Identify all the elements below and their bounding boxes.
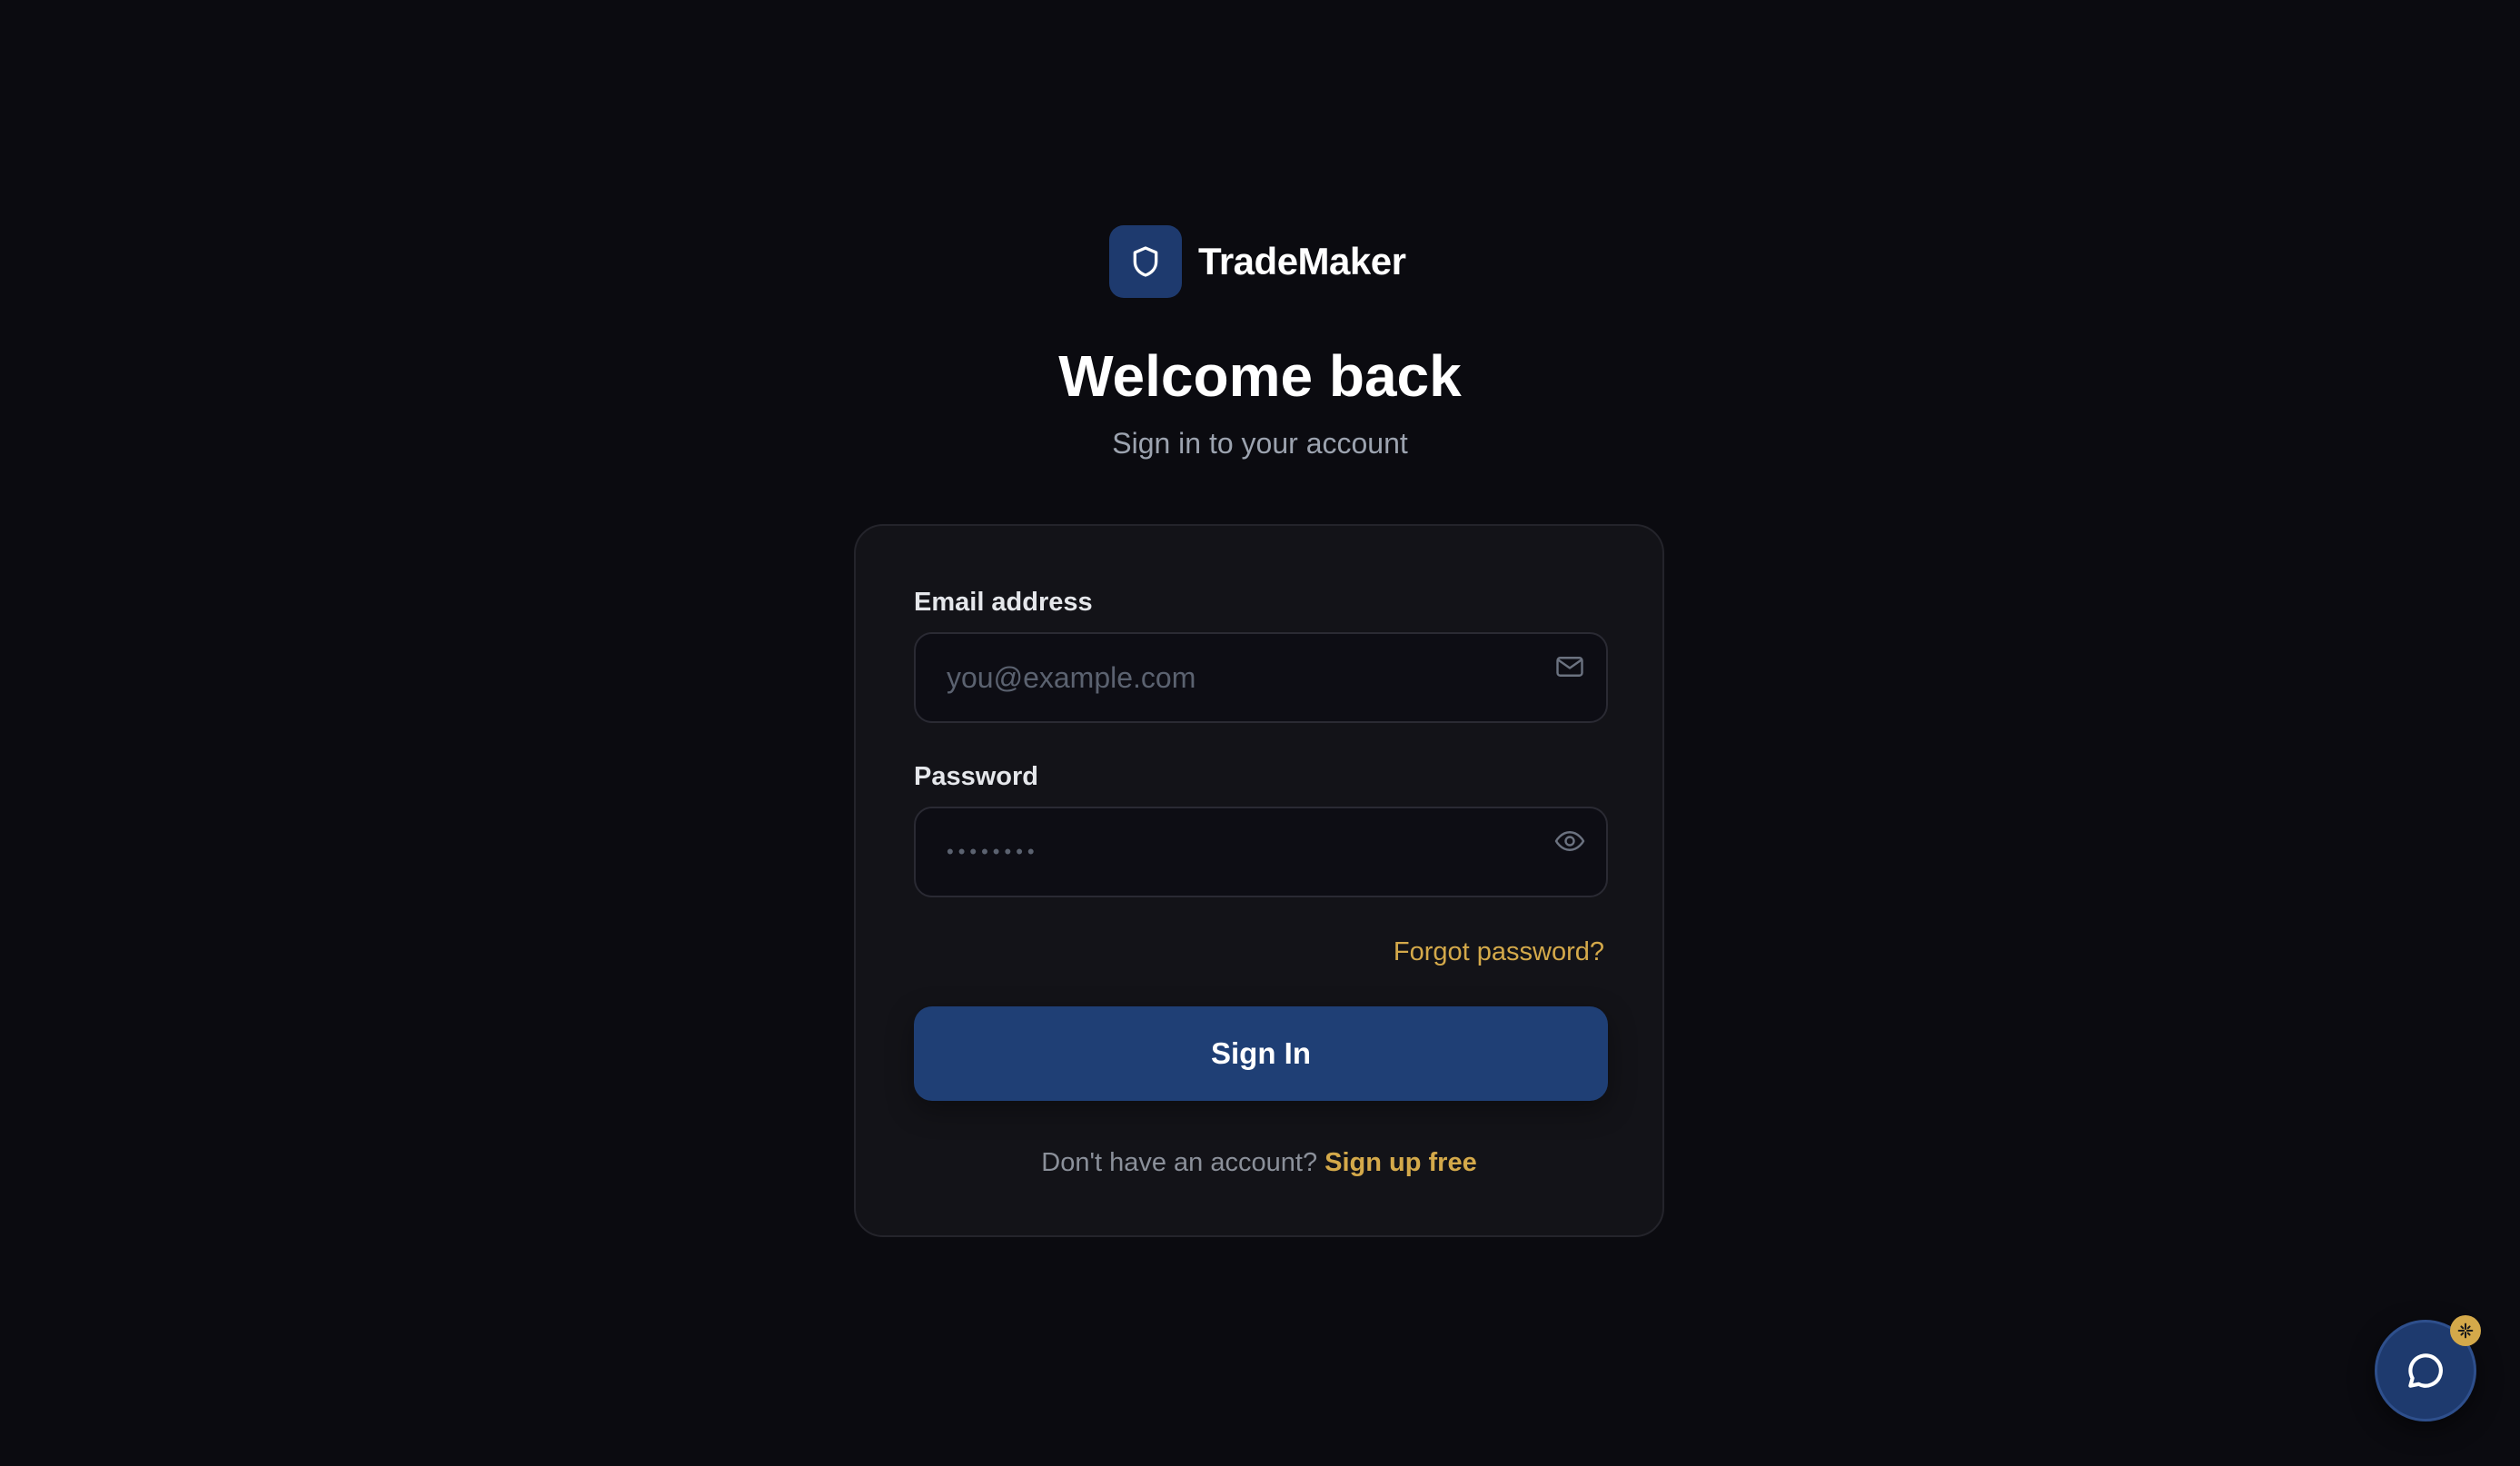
page-title: Welcome back	[1058, 343, 1462, 409]
sign-in-button[interactable]: Sign In	[914, 1006, 1608, 1101]
chat-bubble-icon	[2408, 1353, 2443, 1388]
login-card: Email address you@example.com Password •…	[854, 524, 1664, 1237]
shield-icon	[1133, 246, 1158, 277]
sparkle-icon	[2457, 1322, 2474, 1339]
brand-logo	[1109, 225, 1182, 298]
password-value: ••••••••	[947, 840, 1039, 863]
page-subtitle: Sign in to your account	[1112, 427, 1408, 460]
sign-up-link[interactable]: Sign up free	[1324, 1148, 1477, 1177]
email-placeholder: you@example.com	[947, 661, 1196, 694]
email-field[interactable]: you@example.com	[914, 632, 1608, 723]
signup-prompt: Don't have an account?	[1041, 1148, 1318, 1177]
signup-row: Don't have an account? Sign up free	[856, 1144, 1662, 1181]
login-page: TradeMaker Welcome back Sign in to your …	[0, 0, 2520, 1466]
brand-name: TradeMaker	[1198, 240, 1406, 282]
chat-badge	[2450, 1315, 2481, 1346]
forgot-password-link[interactable]: Forgot password?	[1394, 934, 1604, 970]
eye-icon[interactable]	[1553, 825, 1586, 857]
mail-icon	[1556, 657, 1583, 677]
password-field[interactable]: ••••••••	[914, 807, 1608, 897]
email-label: Email address	[914, 588, 1093, 617]
brand: TradeMaker	[1109, 225, 1406, 298]
password-label: Password	[914, 762, 1038, 791]
